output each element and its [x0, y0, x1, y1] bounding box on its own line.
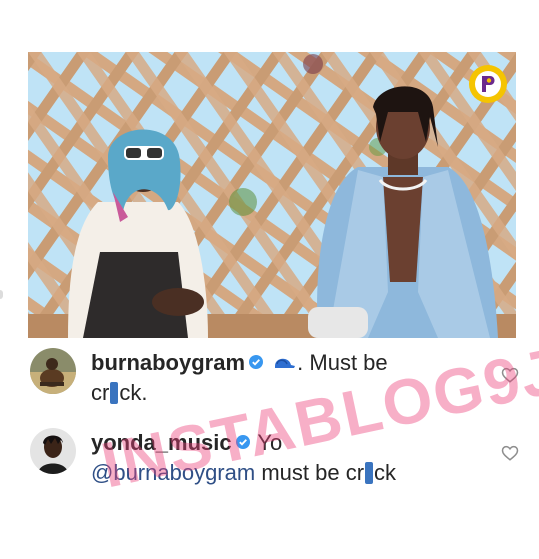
mention-link[interactable]: @burnaboygram: [91, 460, 255, 485]
blue-cap-emoji: [275, 358, 296, 368]
avatar[interactable]: [30, 348, 76, 394]
photo-scene: [28, 52, 516, 338]
comment-text: burnaboygram . Must be cr ck.: [91, 348, 471, 408]
heart-outline-icon[interactable]: [501, 444, 519, 462]
comment-text-part: cr: [91, 380, 110, 405]
comment-username[interactable]: burnaboygram: [91, 350, 245, 375]
censor-mark: [365, 462, 374, 484]
comment-text-part: ck: [374, 460, 397, 485]
comment-text-part: Yo: [257, 430, 283, 455]
verified-badge-icon: [249, 355, 264, 369]
comment-username[interactable]: yonda_music: [91, 430, 232, 455]
comment-text-part: ck.: [119, 380, 148, 405]
pulse-logo-icon: [469, 65, 507, 103]
heart-outline-icon[interactable]: [501, 366, 519, 384]
verified-badge-icon: [235, 435, 250, 449]
comment-text: yonda_music Yo @burnaboygram must be cr c…: [91, 428, 471, 488]
avatar[interactable]: [30, 428, 76, 474]
comment-text-part: must be cr: [261, 460, 365, 485]
comment-text-part: . Must be: [297, 350, 388, 375]
post-photo[interactable]: [28, 52, 516, 338]
censor-mark: [110, 382, 119, 404]
carousel-edge-indicator: [0, 290, 3, 299]
